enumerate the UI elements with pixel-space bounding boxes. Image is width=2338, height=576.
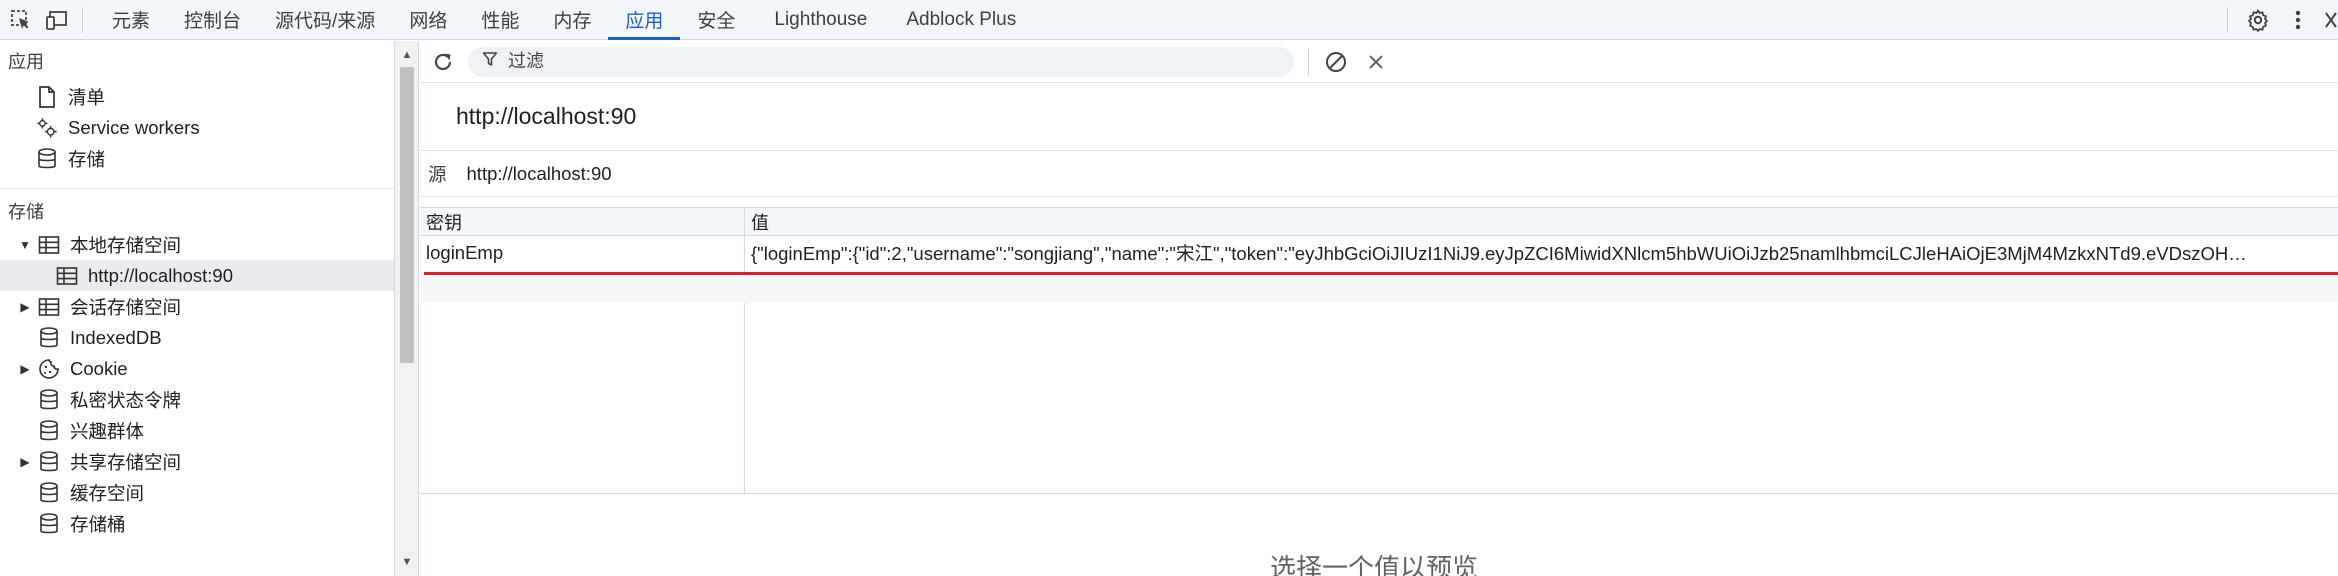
triangle-down-icon[interactable]: ▼ (18, 238, 32, 252)
sidebar-item-storage-buckets[interactable]: 存储桶 (0, 508, 394, 539)
storage-toolbar (420, 41, 2338, 83)
database-icon (38, 450, 60, 473)
sidebar-item-label: Service workers (68, 116, 200, 138)
sidebar-item-session-storage[interactable]: ▶ 会话存储空间 (0, 291, 394, 322)
topbar-actions (2227, 0, 2338, 40)
toolbar-divider (2227, 7, 2228, 33)
filter-input[interactable] (508, 51, 1268, 72)
database-icon (38, 388, 60, 411)
device-toolbar-icon[interactable] (42, 5, 72, 35)
inspect-element-icon[interactable] (6, 5, 36, 35)
sidebar-item-label: http://localhost:90 (88, 264, 234, 286)
origin-value: http://localhost:90 (466, 162, 612, 184)
column-header-key[interactable]: 密钥 (420, 208, 745, 235)
table-header: 密钥 值 (420, 208, 2338, 236)
sidebar-scrollbar[interactable]: ▲ ▼ (395, 41, 419, 576)
sidebar-item-indexeddb[interactable]: IndexedDB (0, 322, 394, 353)
tab-network[interactable]: 网络 (392, 0, 464, 40)
sidebar-item-cache-storage[interactable]: 缓存空间 (0, 477, 394, 508)
sidebar-item-label: 会话存储空间 (70, 296, 182, 318)
local-storage-table: 密钥 值 loginEmp {"loginEmp":{"id":2,"usern… (420, 207, 2338, 494)
value-preview-pane: 选择一个值以预览 (420, 494, 2338, 576)
gears-icon (36, 117, 58, 139)
devtools-tab-bar: 元素 控制台 源代码/来源 网络 性能 内存 应用 安全 Lighthouse … (0, 0, 2338, 40)
document-icon (36, 85, 58, 108)
sidebar-item-label: IndexedDB (70, 326, 162, 348)
filter-field[interactable] (468, 46, 1294, 77)
close-icon[interactable] (2324, 6, 2338, 34)
sidebar-item-cookies[interactable]: ▶ Cookie (0, 353, 394, 384)
tab-lighthouse[interactable]: Lighthouse (752, 0, 889, 40)
refresh-icon[interactable] (428, 47, 458, 77)
triangle-right-icon[interactable]: ▶ (18, 455, 32, 469)
sidebar-divider (0, 188, 394, 189)
row-value[interactable]: {"loginEmp":{"id":2,"username":"songjian… (751, 240, 2247, 266)
triangle-right-icon[interactable]: ▶ (18, 362, 32, 376)
sidebar-item-label: 存储桶 (70, 513, 126, 535)
filter-funnel-icon (482, 51, 498, 73)
sidebar-item-label: 私密状态令牌 (70, 389, 182, 411)
database-icon (38, 326, 60, 349)
sidebar-item-shared-storage[interactable]: ▶ 共享存储空间 (0, 446, 394, 477)
tab-sources[interactable]: 源代码/来源 (258, 0, 392, 40)
tab-memory[interactable]: 内存 (536, 0, 608, 40)
scroll-up-arrow-icon[interactable]: ▲ (395, 45, 419, 65)
sidebar-item-label: Cookie (70, 357, 128, 379)
origin-heading: http://localhost:90 (420, 83, 2338, 151)
storage-main-panel: http://localhost:90 源 http://localhost:9… (420, 41, 2338, 576)
sidebar-item-label: 缓存空间 (70, 482, 145, 504)
tab-performance[interactable]: 性能 (464, 0, 536, 40)
tab-console[interactable]: 控制台 (167, 0, 258, 40)
database-icon (36, 147, 58, 170)
cookie-icon (38, 358, 60, 380)
scroll-down-arrow-icon[interactable]: ▼ (395, 552, 419, 572)
sidebar-item-label: 存储 (68, 148, 106, 170)
application-sidebar: 应用 清单 Service workers 存储 存储 ▼ 本地存储空间 htt… (0, 41, 395, 576)
sidebar-section-application: 应用 (8, 52, 44, 72)
empty-row-stripe (420, 276, 2338, 303)
row-key[interactable]: loginEmp (420, 236, 745, 269)
triangle-right-icon[interactable]: ▶ (18, 300, 32, 314)
sidebar-item-local-storage[interactable]: ▼ 本地存储空间 (0, 229, 394, 260)
tab-adblock-plus[interactable]: Adblock Plus (889, 0, 1033, 40)
scrollbar-thumb[interactable] (400, 67, 414, 363)
sidebar-item-localhost-local-storage[interactable]: http://localhost:90 (0, 260, 394, 291)
more-options-icon[interactable] (2284, 6, 2312, 34)
table-icon (38, 234, 60, 256)
database-icon (38, 481, 60, 504)
table-row[interactable]: loginEmp {"loginEmp":{"id":2,"username":… (420, 236, 2338, 269)
empty-key-column (420, 270, 745, 493)
sidebar-item-manifest[interactable]: 清单 (0, 81, 394, 112)
settings-gear-icon[interactable] (2244, 6, 2272, 34)
delete-selected-icon[interactable] (1361, 47, 1391, 77)
tab-security[interactable]: 安全 (680, 0, 752, 40)
sidebar-item-label: 清单 (68, 86, 106, 108)
origin-label: 源 (428, 163, 447, 185)
table-empty-area (420, 270, 2338, 493)
preview-placeholder-text: 选择一个值以预览 (1270, 553, 1479, 576)
row-value-cell[interactable]: {"loginEmp":{"id":2,"username":"songjian… (745, 236, 2338, 269)
column-header-value[interactable]: 值 (745, 208, 2338, 235)
sidebar-item-label: 本地存储空间 (70, 234, 182, 256)
tab-elements[interactable]: 元素 (95, 0, 167, 40)
sidebar-item-interest-groups[interactable]: 兴趣群体 (0, 415, 394, 446)
sidebar-item-label: 兴趣群体 (70, 420, 145, 442)
clear-all-icon[interactable] (1321, 47, 1351, 77)
sidebar-item-storage-overview[interactable]: 存储 (0, 143, 394, 174)
sidebar-item-label: 共享存储空间 (70, 451, 182, 473)
table-icon (56, 265, 78, 287)
sidebar-item-service-workers[interactable]: Service workers (0, 112, 394, 143)
sidebar-section-storage: 存储 (8, 202, 44, 222)
origin-row: 源 http://localhost:90 (420, 151, 2338, 197)
toolbar-divider (82, 6, 83, 33)
toolbar-divider (1308, 48, 1309, 75)
annotation-underline (424, 272, 2338, 275)
database-icon (38, 512, 60, 535)
tab-application[interactable]: 应用 (608, 0, 681, 40)
table-icon (38, 296, 60, 318)
database-icon (38, 419, 60, 442)
sidebar-item-private-state-tokens[interactable]: 私密状态令牌 (0, 384, 394, 415)
